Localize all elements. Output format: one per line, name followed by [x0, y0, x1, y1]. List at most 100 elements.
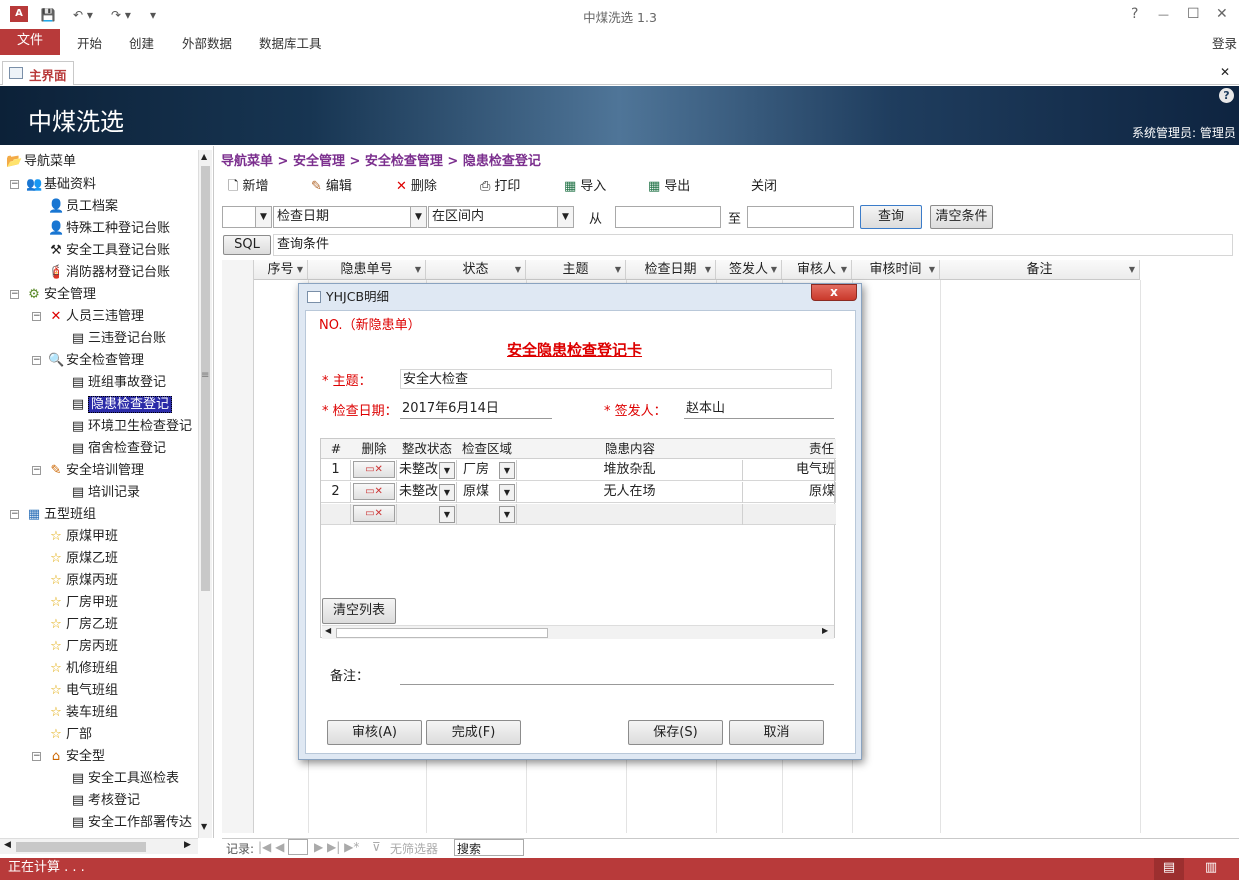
filter-field-select[interactable]: 检查日期 ▼: [273, 206, 427, 228]
nav-item-hazard-inspection[interactable]: ▤ 隐患检查登记: [70, 396, 173, 414]
nav-item-team[interactable]: ☆ 厂部: [48, 726, 92, 744]
horizontal-scrollbar[interactable]: ◀ ▶: [0, 838, 198, 854]
delete-row-button[interactable]: ▭✕: [353, 461, 395, 478]
collapse-icon[interactable]: −: [10, 180, 19, 189]
customize-qat-icon[interactable]: ▾: [145, 7, 161, 23]
undo-icon[interactable]: ↶ ▾: [70, 7, 96, 23]
sql-button[interactable]: SQL: [223, 235, 271, 255]
column-header-inspection-date[interactable]: 检查日期 ▼: [626, 260, 716, 280]
nav-item-team-accidents[interactable]: ▤ 班组事故登记: [70, 374, 166, 392]
no-filter-label[interactable]: 无筛选器: [390, 840, 438, 857]
nav-item-team[interactable]: ☆ 厂房丙班: [48, 638, 118, 656]
scroll-thumb[interactable]: [336, 628, 548, 638]
column-header-status[interactable]: 状态 ▼: [426, 260, 526, 280]
nav-item-team[interactable]: ☆ 原煤甲班: [48, 528, 118, 546]
row-responsible[interactable]: 电气班: [743, 460, 836, 481]
chevron-down-icon[interactable]: ▼: [499, 506, 515, 523]
tab-main-form[interactable]: 主界面: [2, 61, 74, 85]
chevron-down-icon[interactable]: ▼: [439, 506, 455, 523]
banner-help-icon[interactable]: ?: [1219, 88, 1234, 103]
file-tab[interactable]: 文件: [0, 29, 60, 55]
subgrid-horizontal-scrollbar[interactable]: ◀ ▶: [322, 625, 834, 639]
close-form-button[interactable]: 关闭: [751, 175, 777, 194]
help-icon[interactable]: ?: [1131, 6, 1138, 22]
row-area-select[interactable]: 厂房 ▼: [457, 460, 517, 481]
filter-operator-select[interactable]: 在区间内 ▼: [428, 206, 574, 228]
chevron-down-icon[interactable]: ▼: [255, 207, 271, 227]
chevron-down-icon[interactable]: ▼: [439, 484, 455, 501]
row-area-select[interactable]: 原煤 ▼: [457, 482, 517, 503]
splitter-handle[interactable]: ≡: [201, 370, 209, 381]
redo-icon[interactable]: ↷ ▾: [108, 7, 134, 23]
scroll-left-icon[interactable]: ◀: [4, 840, 11, 850]
inspection-date-input[interactable]: 2017年6月14日: [400, 399, 552, 419]
nav-vertical-scrollbar[interactable]: ▲ ▼: [198, 150, 212, 838]
edit-button[interactable]: ✎ 编辑: [311, 175, 352, 194]
collapse-icon[interactable]: −: [32, 752, 41, 761]
nav-item-team[interactable]: ☆ 机修班组: [48, 660, 118, 678]
nav-item-employees[interactable]: 👤 员工档案: [48, 198, 118, 216]
issuer-input[interactable]: 赵本山: [684, 399, 834, 419]
column-header-issuer[interactable]: 签发人 ▼: [716, 260, 782, 280]
from-input[interactable]: [615, 206, 721, 228]
nav-item-fire-equipment[interactable]: 🧯 消防器材登记台账: [48, 264, 170, 282]
dialog-close-button[interactable]: x: [811, 284, 857, 301]
first-record-icon[interactable]: |◀ ◀: [258, 840, 284, 854]
close-button[interactable]: ✕: [1216, 6, 1228, 22]
minimize-button[interactable]: —: [1158, 8, 1169, 21]
nav-item-special-workers[interactable]: 👤 特殊工种登记台账: [48, 220, 170, 238]
save-icon[interactable]: 💾: [40, 7, 56, 23]
nav-item-team[interactable]: ☆ 原煤丙班: [48, 572, 118, 590]
nav-item-violations[interactable]: ✕ 人员三违管理: [48, 308, 144, 326]
collapse-icon[interactable]: −: [32, 466, 41, 475]
collapse-icon[interactable]: −: [10, 510, 19, 519]
nav-item-safety-tools[interactable]: ⚒ 安全工具登记台账: [48, 242, 170, 260]
chevron-down-icon[interactable]: ▼: [410, 207, 426, 227]
nav-item-dorm-inspection[interactable]: ▤ 宿舍检查登记: [70, 440, 166, 458]
nav-item-training-mgmt[interactable]: ✎ 安全培训管理: [48, 462, 144, 480]
cancel-button[interactable]: 取消: [729, 720, 824, 745]
logic-select[interactable]: ▼: [222, 206, 272, 228]
tab-database-tools[interactable]: 数据库工具: [259, 33, 322, 52]
scroll-right-icon[interactable]: ▶: [822, 626, 828, 635]
nav-item-assessment[interactable]: ▤ 考核登记: [70, 792, 140, 810]
row-content[interactable]: [517, 504, 743, 525]
scroll-thumb[interactable]: [16, 842, 146, 852]
next-record-icon[interactable]: ▶ ▶| ▶*: [314, 840, 359, 854]
chevron-down-icon[interactable]: ▼: [557, 207, 573, 227]
form-view-icon[interactable]: ▤: [1154, 858, 1184, 880]
review-button[interactable]: 审核(A): [327, 720, 422, 745]
nav-item-violation-ledger[interactable]: ▤ 三违登记台账: [70, 330, 166, 348]
column-header-review-time[interactable]: 审核时间 ▼: [852, 260, 940, 280]
nav-item-basic-info[interactable]: 👥 基础资料: [26, 176, 96, 194]
import-button[interactable]: ▦ 导入: [564, 175, 606, 194]
new-button[interactable]: 🗋 新增: [228, 175, 268, 199]
nav-root[interactable]: 📂 导航菜单: [6, 153, 76, 171]
row-responsible[interactable]: 原煤: [743, 482, 836, 503]
nav-item-safety-mgmt[interactable]: ⚙ 安全管理: [26, 286, 96, 304]
scroll-left-icon[interactable]: ◀: [325, 626, 331, 635]
row-status-select[interactable]: ▼: [397, 504, 457, 525]
subject-input[interactable]: 安全大检查: [400, 369, 832, 389]
collapse-icon[interactable]: −: [32, 356, 41, 365]
filter-icon[interactable]: ⊽: [372, 840, 381, 854]
row-content[interactable]: 无人在场: [517, 482, 743, 503]
clear-list-button[interactable]: 清空列表: [322, 598, 396, 624]
tab-create[interactable]: 创建: [129, 33, 154, 52]
column-header-subject[interactable]: 主题 ▼: [526, 260, 626, 280]
collapse-icon[interactable]: −: [32, 312, 41, 321]
nav-item-team[interactable]: ☆ 原煤乙班: [48, 550, 118, 568]
tab-home[interactable]: 开始: [77, 33, 102, 52]
clear-conditions-button[interactable]: 清空条件: [930, 205, 993, 229]
maximize-button[interactable]: ☐: [1187, 6, 1200, 22]
nav-item-training-records[interactable]: ▤ 培训记录: [70, 484, 140, 502]
delete-row-button[interactable]: ▭✕: [353, 505, 395, 522]
delete-button[interactable]: ✕ 删除: [396, 175, 437, 194]
export-button[interactable]: ▦ 导出: [648, 175, 690, 194]
chevron-down-icon[interactable]: ▼: [499, 462, 515, 479]
column-header-hazard-no[interactable]: 隐患单号 ▼: [308, 260, 426, 280]
remarks-input[interactable]: [400, 665, 834, 685]
nav-item-team[interactable]: ☆ 厂房乙班: [48, 616, 118, 634]
nav-item-team[interactable]: ☆ 电气班组: [48, 682, 118, 700]
column-header-seq[interactable]: 序号 ▼: [254, 260, 308, 280]
